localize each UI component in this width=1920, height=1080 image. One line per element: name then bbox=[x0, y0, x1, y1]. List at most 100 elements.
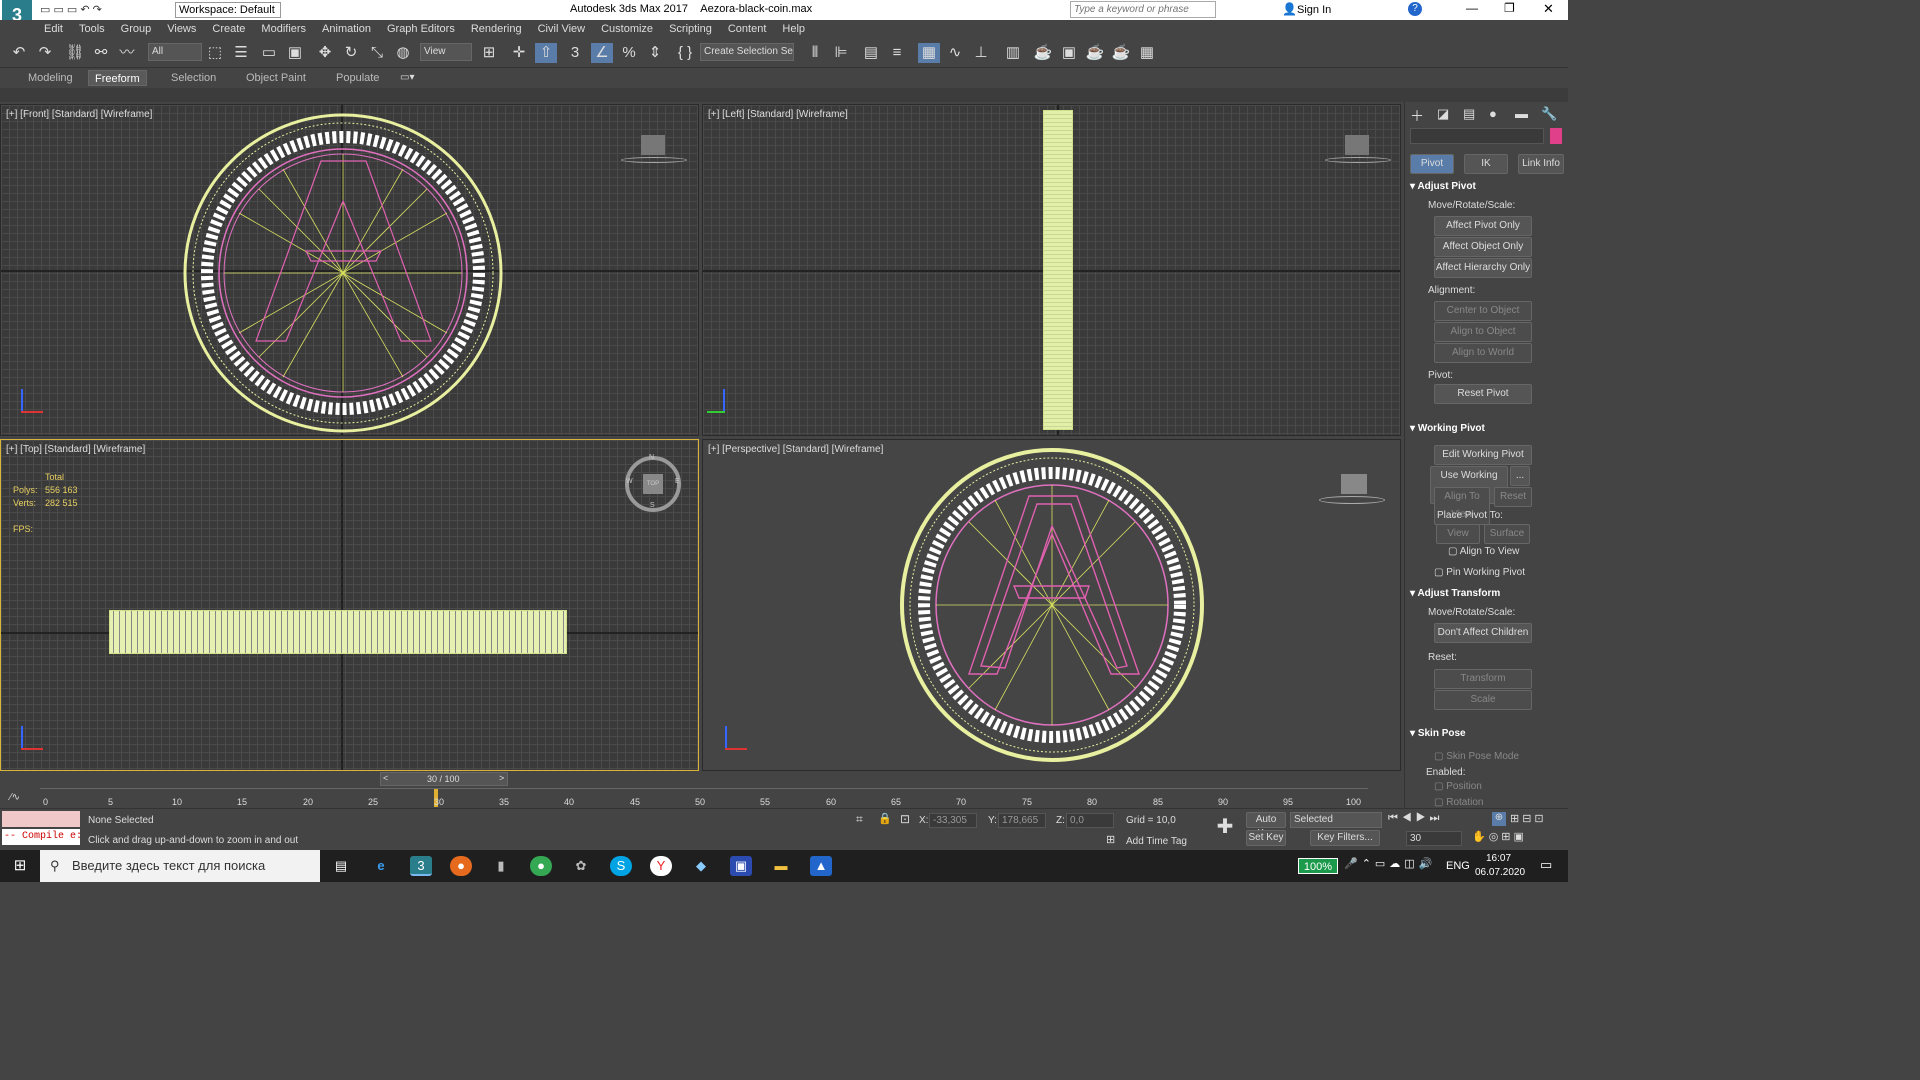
viewcube-front[interactable] bbox=[621, 135, 687, 165]
nav-controls[interactable]: ⊞⊟⊡ bbox=[1510, 812, 1547, 825]
mirror-icon[interactable]: ⫴ bbox=[804, 43, 826, 63]
compass-s[interactable]: S bbox=[650, 502, 655, 509]
modify-tab-icon[interactable]: ◪ bbox=[1437, 106, 1449, 122]
menu-views[interactable]: Views bbox=[159, 20, 204, 38]
menu-civil-view[interactable]: Civil View bbox=[530, 20, 593, 38]
viewcube-top[interactable]: TOP N S W E bbox=[625, 454, 681, 512]
create-tab-icon[interactable]: ＋ bbox=[1410, 106, 1424, 126]
viewport-label[interactable]: [+] [Left] [Standard] [Wireframe] bbox=[708, 109, 848, 120]
battery-indicator[interactable]: 100% bbox=[1298, 858, 1338, 874]
menu-graph-editors[interactable]: Graph Editors bbox=[379, 20, 463, 38]
add-time-tag-icon[interactable]: ⊞ bbox=[1106, 833, 1115, 846]
reference-coord-dropdown[interactable]: View bbox=[420, 43, 472, 61]
viewport-label[interactable]: [+] [Perspective] [Standard] [Wireframe] bbox=[708, 444, 883, 455]
place-view-button[interactable]: View bbox=[1436, 524, 1480, 544]
lock-selection-icon[interactable]: 🔒 bbox=[878, 812, 892, 825]
undo-icon[interactable]: ↶ bbox=[8, 43, 30, 63]
set-key-button[interactable]: Set Key bbox=[1246, 830, 1286, 846]
coin-wireframe-front[interactable] bbox=[181, 111, 506, 436]
motion-tab-icon[interactable]: ● bbox=[1489, 106, 1497, 121]
skin-pose-rollout[interactable]: ▾ Skin Pose bbox=[1410, 728, 1466, 739]
menu-scripting[interactable]: Scripting bbox=[661, 20, 720, 38]
menu-create[interactable]: Create bbox=[204, 20, 253, 38]
link-icon[interactable]: ⛓ bbox=[64, 43, 86, 63]
position-checkbox[interactable]: ▢ Position bbox=[1434, 781, 1482, 792]
percent-snap-icon[interactable]: % bbox=[618, 43, 640, 63]
task-view-icon[interactable]: ▤ bbox=[330, 856, 352, 876]
app-icon-7[interactable]: ✿ bbox=[570, 856, 592, 876]
working-pivot-options-button[interactable]: ... bbox=[1510, 466, 1530, 486]
next-frame-arrow[interactable]: > bbox=[499, 773, 504, 783]
reset-pivot-button[interactable]: Reset Pivot bbox=[1434, 384, 1532, 404]
place-surface-button[interactable]: Surface bbox=[1484, 524, 1530, 544]
menu-animation[interactable]: Animation bbox=[314, 20, 379, 38]
maxscript-output[interactable]: -- Compile e: bbox=[2, 829, 80, 845]
absolute-mode-icon[interactable]: ⊡ bbox=[900, 812, 910, 826]
material-editor-icon[interactable]: ▥ bbox=[1002, 43, 1024, 63]
menu-modifiers[interactable]: Modifiers bbox=[253, 20, 314, 38]
3dsmax-icon[interactable]: 3 bbox=[410, 856, 432, 876]
reset-transform-button[interactable]: Transform bbox=[1434, 669, 1532, 689]
menu-customize[interactable]: Customize bbox=[593, 20, 661, 38]
pin-working-pivot-checkbox[interactable]: ▢ Pin Working Pivot bbox=[1434, 567, 1525, 578]
reset-scale-button[interactable]: Scale bbox=[1434, 690, 1532, 710]
ik-tab-button[interactable]: IK bbox=[1464, 154, 1508, 174]
edit-named-selection-icon[interactable]: { } bbox=[674, 43, 696, 63]
viewcube-top-face[interactable]: TOP bbox=[643, 474, 663, 494]
maxscript-listener[interactable] bbox=[2, 811, 80, 827]
center-to-object-button[interactable]: Center to Object bbox=[1434, 301, 1532, 321]
close-button[interactable]: ✕ bbox=[1543, 1, 1554, 17]
z-coord-field[interactable]: 0,0 bbox=[1066, 813, 1114, 828]
key-filters-button[interactable]: Key Filters... bbox=[1310, 830, 1380, 846]
transform-gizmo-icon[interactable]: ✛ bbox=[508, 43, 530, 63]
object-name-field[interactable] bbox=[1410, 128, 1544, 144]
working-pivot-rollout[interactable]: ▾ Working Pivot bbox=[1410, 423, 1485, 434]
tab-object-paint[interactable]: Object Paint bbox=[240, 70, 312, 86]
rotation-checkbox[interactable]: ▢ Rotation bbox=[1434, 797, 1483, 807]
yandex-icon[interactable]: Y bbox=[650, 856, 672, 876]
chrome-icon[interactable]: ● bbox=[530, 856, 552, 876]
render-icon[interactable]: ☕ bbox=[1084, 43, 1106, 63]
affect-object-only-button[interactable]: Affect Object Only bbox=[1434, 237, 1532, 257]
viewport-top[interactable]: [+] [Top] [Standard] [Wireframe] Total P… bbox=[0, 439, 699, 771]
coin-wireframe-top[interactable] bbox=[109, 610, 567, 654]
viewcube-left[interactable] bbox=[1325, 135, 1391, 165]
menu-tools[interactable]: Tools bbox=[71, 20, 113, 38]
viewport-label[interactable]: [+] [Top] [Standard] [Wireframe] bbox=[6, 444, 145, 455]
tab-freeform[interactable]: Freeform bbox=[88, 70, 147, 86]
align-to-world-button[interactable]: Align to World bbox=[1434, 343, 1532, 363]
link-info-tab-button[interactable]: Link Info bbox=[1518, 154, 1564, 174]
selection-filter-dropdown[interactable]: All bbox=[148, 43, 202, 61]
edit-working-pivot-button[interactable]: Edit Working Pivot bbox=[1434, 445, 1532, 465]
menu-help[interactable]: Help bbox=[774, 20, 813, 38]
dont-affect-children-button[interactable]: Don't Affect Children bbox=[1434, 623, 1532, 643]
time-slider[interactable]: < 30 / 100 > bbox=[380, 772, 508, 786]
layer-explorer-icon[interactable]: ≡ bbox=[886, 43, 908, 63]
adjust-pivot-rollout[interactable]: ▾ Adjust Pivot bbox=[1410, 181, 1476, 192]
nav-zoom-icon[interactable]: ⊕ bbox=[1492, 812, 1506, 826]
skype-icon[interactable]: S bbox=[610, 856, 632, 876]
utilities-tab-icon[interactable]: 🔧 bbox=[1541, 106, 1557, 122]
rotate-icon[interactable]: ↻ bbox=[340, 43, 362, 63]
affect-hierarchy-only-button[interactable]: Affect Hierarchy Only bbox=[1434, 258, 1532, 278]
rect-selection-icon[interactable]: ▭ bbox=[258, 43, 280, 63]
sign-in-link[interactable]: Sign In bbox=[1297, 4, 1331, 16]
render-iterative-icon[interactable]: ☕ bbox=[1110, 43, 1132, 63]
select-object-icon[interactable]: ⬚ bbox=[204, 43, 226, 63]
clock-date[interactable]: 06.07.2020 bbox=[1475, 867, 1525, 878]
affect-pivot-only-button[interactable]: Affect Pivot Only bbox=[1434, 216, 1532, 236]
maximize-button[interactable]: ❐ bbox=[1504, 1, 1515, 15]
compass-w[interactable]: W bbox=[626, 478, 633, 485]
edge-icon[interactable]: e bbox=[370, 856, 392, 876]
object-color-swatch[interactable] bbox=[1550, 128, 1562, 144]
adjust-transform-rollout[interactable]: ▾ Adjust Transform bbox=[1410, 588, 1500, 599]
compass-e[interactable]: E bbox=[675, 478, 680, 485]
move-icon[interactable]: ✥ bbox=[314, 43, 336, 63]
viewport-front[interactable]: [+] [Front] [Standard] [Wireframe] bbox=[0, 104, 699, 436]
align-to-object-button[interactable]: Align to Object bbox=[1434, 322, 1532, 342]
angle-snap-icon[interactable]: ∠ bbox=[591, 43, 613, 63]
snap-3d-icon[interactable]: 3 bbox=[564, 43, 586, 63]
x-coord-field[interactable]: -33,305 bbox=[929, 813, 977, 828]
language-indicator[interactable]: ENG bbox=[1446, 860, 1470, 872]
coin-wireframe-perspective[interactable] bbox=[899, 446, 1205, 764]
